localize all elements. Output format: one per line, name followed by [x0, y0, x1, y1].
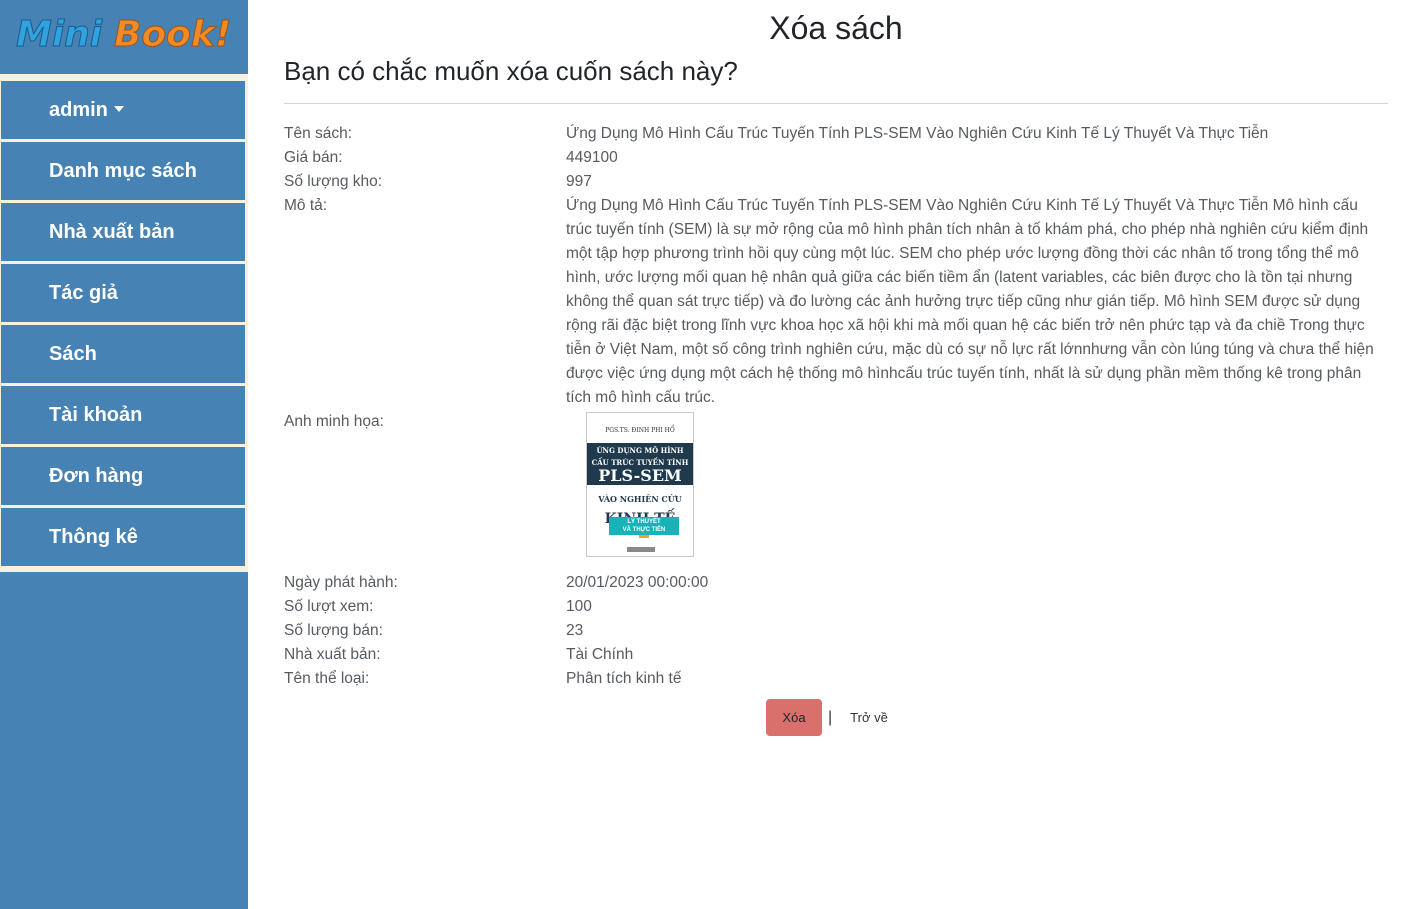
- sidebar-item-label: Danh mục sách: [49, 160, 197, 182]
- sidebar-item-label: Sách: [49, 343, 97, 365]
- book-stock-value: 997: [566, 173, 592, 190]
- detail-row-image: Anh minh họa: PGS.TS. ĐINH PHI HỔ ỨNG DỤ…: [284, 410, 1388, 571]
- form-actions: Xóa | Trở về: [766, 699, 888, 736]
- detail-label: Số lượt xem:: [284, 598, 374, 615]
- book-description-value: Ứng Dụng Mô Hình Cấu Trúc Tuyến Tính PLS…: [566, 197, 1374, 406]
- cover-accent: [639, 535, 649, 538]
- cover-author: PGS.TS. ĐINH PHI HỔ: [605, 427, 675, 434]
- detail-label: Tên thể loại:: [284, 670, 370, 687]
- sidebar-item-categories[interactable]: Danh mục sách: [1, 142, 245, 200]
- back-link[interactable]: Trở về: [850, 710, 888, 725]
- book-sold-value: 23: [566, 622, 584, 639]
- sidebar-item-authors[interactable]: Tác giả: [1, 264, 245, 322]
- book-cover-image: PGS.TS. ĐINH PHI HỔ ỨNG DỤNG MÔ HÌNH CẤU…: [586, 412, 694, 557]
- action-separator: |: [828, 708, 833, 726]
- caret-down-icon: [113, 106, 124, 112]
- book-title-value: Ứng Dụng Mô Hình Cấu Trúc Tuyến Tính PLS…: [566, 125, 1269, 142]
- detail-row-release: Ngày phát hành: 20/01/2023 00:00:00: [284, 571, 1388, 595]
- detail-label: Giá bán:: [284, 149, 343, 166]
- nav-divider: [0, 569, 248, 572]
- sidebar-item-label: Tác giả: [49, 282, 118, 304]
- book-views-value: 100: [566, 598, 592, 615]
- sidebar-item-books[interactable]: Sách: [1, 325, 245, 383]
- svg-text:Mini: Mini: [16, 14, 103, 55]
- book-image-value: PGS.TS. ĐINH PHI HỔ ỨNG DỤNG MÔ HÌNH CẤU…: [566, 410, 1408, 571]
- sidebar-item-label: Tài khoản: [49, 404, 143, 426]
- divider: [284, 103, 1388, 104]
- sidebar-nav: admin Danh mục sách Nhà xuất bản Tác giả…: [0, 74, 248, 572]
- book-publisher-value: Tài Chính: [566, 646, 634, 663]
- cover-publisher-logo: [627, 547, 655, 552]
- book-details: Tên sách: Ứng Dụng Mô Hình Cấu Trúc Tuyế…: [284, 122, 1388, 691]
- app-logo[interactable]: Mini Book!: [0, 0, 248, 74]
- cover-line1: ỨNG DỤNG MÔ HÌNH: [596, 446, 684, 455]
- book-category-value: Phân tích kinh tế: [566, 670, 682, 687]
- cover-line6: LÝ THUYẾT: [627, 519, 661, 525]
- sidebar-item-accounts[interactable]: Tài khoản: [1, 386, 245, 444]
- book-price-value: 449100: [566, 149, 618, 166]
- cover-band: ỨNG DỤNG MÔ HÌNH CẤU TRÚC TUYẾN TÍNH PLS…: [587, 443, 693, 485]
- page-title: Xóa sách: [769, 10, 903, 46]
- svg-text:Book!: Book!: [114, 14, 231, 55]
- sidebar-item-publishers[interactable]: Nhà xuất bản: [1, 203, 245, 261]
- detail-row-sold: Số lượng bán: 23: [284, 619, 1388, 643]
- cover-line3: PLS-SEM: [598, 466, 682, 485]
- detail-label: Số lượng bán:: [284, 622, 383, 639]
- cover-line7: VÀ THỰC TIỄN: [622, 527, 666, 533]
- sidebar-item-statistics[interactable]: Thông kê: [1, 508, 245, 566]
- detail-label: Ngày phát hành:: [284, 574, 398, 591]
- cover-line4: VÀO NGHIÊN CỨU: [598, 494, 682, 504]
- detail-label: Số lượng kho:: [284, 173, 383, 190]
- detail-row-category: Tên thể loại: Phân tích kinh tế: [284, 667, 1388, 691]
- sidebar-item-label: admin: [49, 99, 108, 121]
- detail-label: Tên sách:: [284, 125, 353, 142]
- cover-teal-box: LÝ THUYẾT VÀ THỰC TIỄN: [609, 517, 679, 535]
- logo-graphic: Mini Book!: [16, 14, 232, 56]
- confirm-question: Bạn có chắc muốn xóa cuốn sách này?: [284, 56, 738, 86]
- detail-label: Anh minh họa:: [284, 413, 384, 430]
- detail-row-title: Tên sách: Ứng Dụng Mô Hình Cấu Trúc Tuyế…: [284, 122, 1388, 146]
- detail-row-price: Giá bán: 449100: [284, 146, 1388, 170]
- detail-label: Nhà xuất bản:: [284, 646, 381, 663]
- sidebar: Mini Book! admin Danh mục sách Nhà xuất …: [0, 0, 248, 909]
- sidebar-item-label: Đơn hàng: [49, 465, 144, 487]
- delete-button[interactable]: Xóa: [766, 699, 822, 736]
- detail-row-stock: Số lượng kho: 997: [284, 170, 1388, 194]
- detail-row-publisher: Nhà xuất bản: Tài Chính: [284, 643, 1388, 667]
- sidebar-item-admin[interactable]: admin: [1, 81, 245, 139]
- detail-row-views: Số lượt xem: 100: [284, 595, 1388, 619]
- sidebar-item-label: Nhà xuất bản: [49, 221, 175, 243]
- sidebar-item-label: Thông kê: [49, 526, 138, 548]
- detail-label: Mô tả:: [284, 197, 328, 214]
- book-release-value: 20/01/2023 00:00:00: [566, 574, 709, 591]
- detail-row-description: Mô tả: Ứng Dụng Mô Hình Cấu Trúc Tuyến T…: [284, 194, 1388, 410]
- sidebar-item-orders[interactable]: Đơn hàng: [1, 447, 245, 505]
